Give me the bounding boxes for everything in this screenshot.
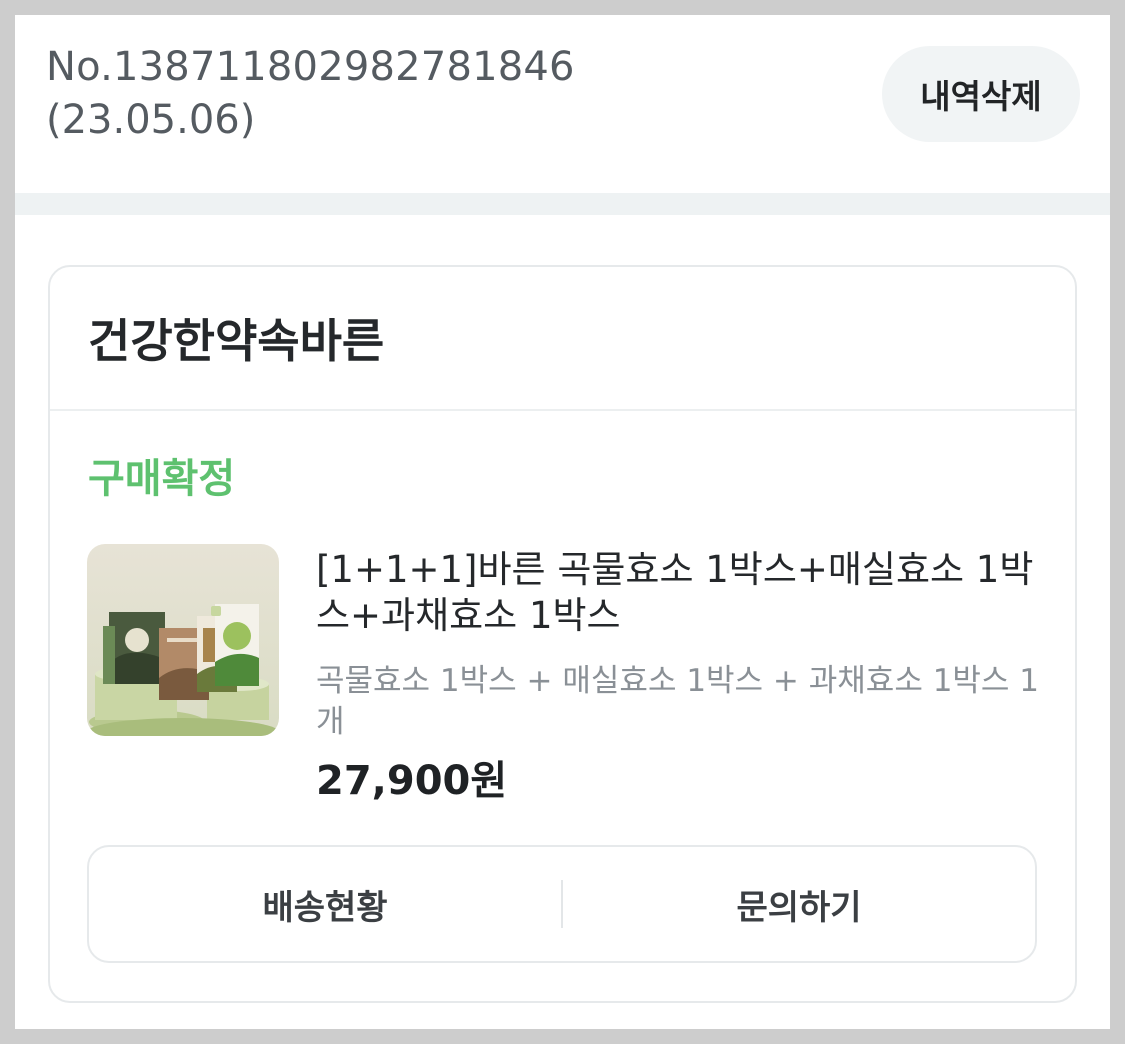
order-status: 구매확정 (88, 456, 236, 502)
store-divider (50, 409, 1075, 411)
product-image[interactable] (87, 544, 279, 736)
store-order-card: 건강한약속바른 구매확정 [1+1+1]바른 곡물효소 1박스+매실효소 1박스… (48, 265, 1077, 1003)
store-name[interactable]: 건강한약속바른 (88, 313, 384, 369)
delete-history-button[interactable]: 내역삭제 (882, 46, 1080, 142)
inquiry-button[interactable]: 문의하기 (563, 847, 1035, 961)
order-history-screen: No.138711802982781846 (23.05.06) 내역삭제 건강… (15, 15, 1110, 1029)
delivery-status-button[interactable]: 배송현황 (89, 847, 561, 961)
product-title[interactable]: [1+1+1]바른 곡물효소 1박스+매실효소 1박스+과채효소 1박스 (316, 547, 1046, 639)
order-actions: 배송현황 문의하기 (87, 845, 1037, 963)
order-number: No.138711802982781846 (46, 44, 575, 90)
product-price: 27,900원 (316, 758, 508, 804)
product-package-image (87, 544, 279, 736)
order-date: (23.05.06) (46, 97, 256, 143)
section-separator (15, 193, 1110, 215)
order-header: No.138711802982781846 (23.05.06) 내역삭제 (15, 15, 1110, 193)
product-option: 곡물효소 1박스 + 매실효소 1박스 + 과채효소 1박스 1개 (316, 663, 1040, 740)
